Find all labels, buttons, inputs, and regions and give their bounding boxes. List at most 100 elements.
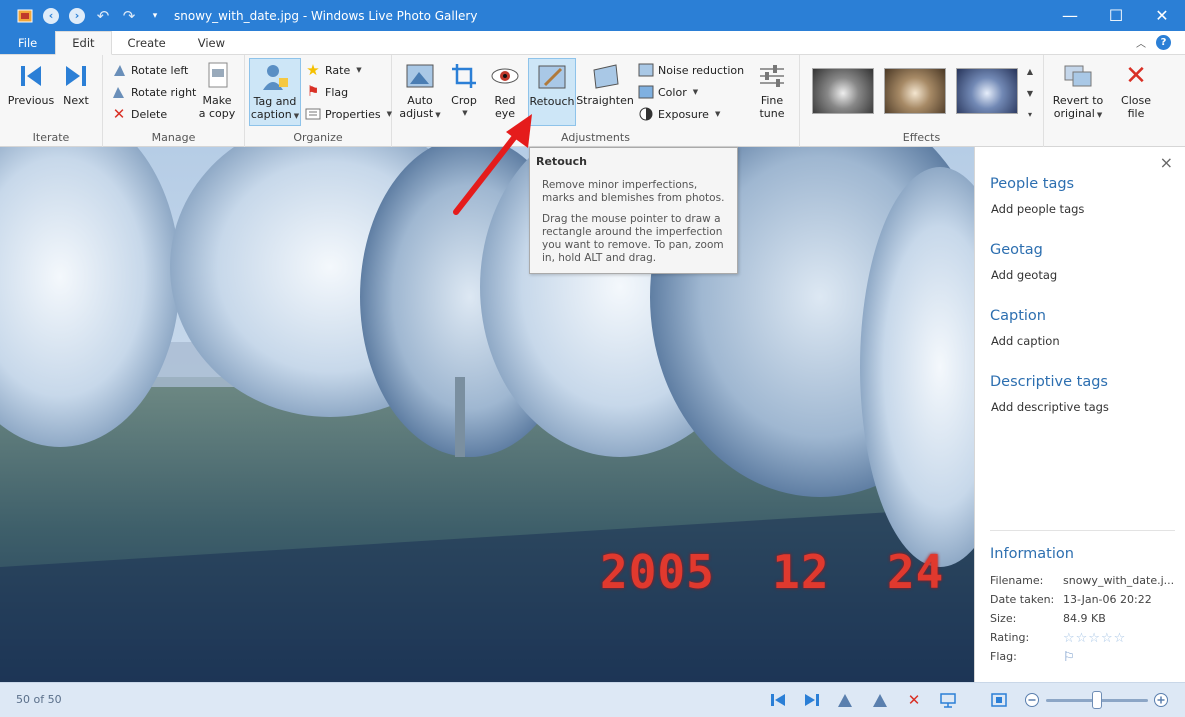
- rate-button[interactable]: ★ Rate ▼: [305, 61, 362, 79]
- delete-button[interactable]: ✕ Delete: [111, 105, 167, 123]
- maximize-button[interactable]: ☐: [1093, 0, 1139, 31]
- fine-tune-button[interactable]: Fine tune: [754, 60, 790, 120]
- fine-tune-label-1: Fine: [760, 94, 784, 107]
- effects-more-icon[interactable]: ▾: [1028, 110, 1032, 119]
- effects-scroll-up-icon[interactable]: ▲: [1027, 67, 1033, 76]
- zoom-slider-thumb[interactable]: [1092, 691, 1102, 709]
- add-geotag-link[interactable]: Add geotag: [991, 268, 1057, 282]
- noise-reduction-button[interactable]: Noise reduction: [638, 61, 744, 79]
- next-icon: [60, 60, 92, 92]
- auto-adjust-label-1: Auto: [407, 94, 433, 107]
- customize-dropdown-icon[interactable]: ▾: [144, 5, 166, 27]
- rate-dropdown-icon: ▼: [356, 66, 362, 74]
- tab-view[interactable]: View: [182, 31, 241, 54]
- auto-adjust-dropdown-icon: ▼: [435, 111, 441, 119]
- tab-create[interactable]: Create: [112, 31, 182, 54]
- info-value[interactable]: 13-Jan-06 20:22: [1063, 593, 1152, 606]
- window-title: snowy_with_date.jpg - Windows Live Photo…: [174, 8, 478, 23]
- close-file-button[interactable]: ✕ Close file: [1117, 60, 1155, 121]
- rotate-left-button[interactable]: Rotate left: [111, 61, 188, 79]
- color-button[interactable]: Color ▼: [638, 83, 698, 101]
- info-row-date-taken: Date taken: 13-Jan-06 20:22: [990, 593, 1152, 606]
- effect-black-and-white[interactable]: [812, 68, 874, 114]
- group-organize: Tag and caption ▼ ★ Rate ▼ ⚑ Flag Properti…: [245, 55, 392, 147]
- tooltip-line-1: Remove minor imperfections, marks and bl…: [542, 179, 725, 204]
- add-caption-link[interactable]: Add caption: [991, 334, 1060, 348]
- revert-label-1: Revert to: [1052, 94, 1104, 107]
- next-label: Next: [63, 94, 89, 107]
- revert-label-2: original: [1053, 107, 1095, 120]
- make-a-copy-button[interactable]: Make a copy: [197, 60, 237, 120]
- effect-sepia[interactable]: [884, 68, 946, 114]
- information-heading: Information: [990, 546, 1074, 562]
- tab-file[interactable]: File: [0, 31, 56, 54]
- app-icon[interactable]: [14, 5, 36, 27]
- tab-edit[interactable]: Edit: [55, 31, 112, 55]
- forward-icon[interactable]: ›: [66, 5, 88, 27]
- make-copy-label-1: Make: [202, 94, 232, 107]
- group-manage: Rotate left Rotate right ✕ Delete Make a…: [103, 55, 245, 147]
- rotate-right-status-icon[interactable]: [870, 690, 890, 710]
- last-photo-icon[interactable]: [802, 690, 822, 710]
- close-pane-icon[interactable]: ×: [1160, 153, 1173, 172]
- star-icon: ★: [306, 61, 320, 79]
- delete-icon: ✕: [112, 105, 126, 123]
- tag-and-caption-button[interactable]: Tag and caption ▼: [249, 58, 301, 126]
- close-file-label-1: Close: [1121, 94, 1151, 107]
- flag-icon: ⚑: [306, 84, 320, 100]
- zoom-out-icon[interactable]: [1022, 690, 1042, 710]
- auto-adjust-button[interactable]: Auto adjust ▼: [399, 60, 441, 122]
- tooltip-title: Retouch: [536, 155, 587, 168]
- rating-stars-icon[interactable]: ☆☆☆☆☆: [1063, 631, 1126, 646]
- fine-tune-label-2: tune: [759, 107, 785, 120]
- effect-cyan-tone[interactable]: [956, 68, 1018, 114]
- rotate-right-button[interactable]: Rotate right: [111, 83, 196, 101]
- collapse-ribbon-icon[interactable]: ︿: [1136, 35, 1146, 50]
- properties-icon: [305, 106, 321, 122]
- exposure-icon: [638, 106, 654, 122]
- crop-icon: [448, 60, 480, 92]
- rotate-left-status-icon[interactable]: [835, 690, 855, 710]
- minimize-button[interactable]: —: [1047, 0, 1093, 31]
- flag-label: Flag: [325, 85, 349, 99]
- revert-icon: [1062, 60, 1094, 92]
- delete-status-icon[interactable]: ✕: [904, 690, 924, 710]
- back-icon[interactable]: ‹: [40, 5, 62, 27]
- exposure-button[interactable]: Exposure ▼: [638, 105, 720, 123]
- info-row-flag: Flag: ⚐: [990, 650, 1075, 665]
- help-icon[interactable]: ?: [1156, 35, 1171, 50]
- straighten-label: Straighten: [576, 94, 634, 107]
- status-bar: 50 of 50 ✕: [0, 682, 1185, 717]
- red-eye-icon: [489, 60, 521, 92]
- descriptive-tags-heading: Descriptive tags: [990, 374, 1108, 390]
- zoom-in-icon[interactable]: [1151, 690, 1171, 710]
- add-descriptive-tags-link[interactable]: Add descriptive tags: [991, 400, 1109, 414]
- previous-label: Previous: [7, 94, 55, 107]
- close-window-button[interactable]: ✕: [1139, 0, 1185, 31]
- delete-label: Delete: [131, 107, 168, 121]
- effects-scroll-down-icon[interactable]: ▼: [1027, 89, 1033, 98]
- retouch-brush-icon: [536, 61, 568, 93]
- straighten-button[interactable]: Straighten: [576, 60, 634, 107]
- fit-to-window-icon[interactable]: [989, 690, 1009, 710]
- add-people-tags-link[interactable]: Add people tags: [991, 202, 1084, 216]
- first-photo-icon[interactable]: [768, 690, 788, 710]
- flag-button[interactable]: ⚑ Flag: [305, 83, 348, 101]
- properties-button[interactable]: Properties ▼: [305, 105, 392, 123]
- tooltip-line-2: Drag the mouse pointer to draw a rectang…: [542, 213, 724, 264]
- exposure-label: Exposure: [658, 107, 709, 121]
- photo-viewer[interactable]: 2005 12 24: [0, 147, 974, 682]
- slideshow-icon[interactable]: [938, 690, 958, 710]
- revert-to-original-button[interactable]: Revert to original ▼: [1050, 60, 1106, 122]
- crop-label: Crop: [451, 94, 477, 107]
- info-row-rating: Rating: ☆☆☆☆☆: [990, 631, 1126, 646]
- flag-toggle-icon[interactable]: ⚐: [1063, 650, 1075, 665]
- info-value: snowy_with_date.j...: [1063, 574, 1175, 587]
- people-tags-heading: People tags: [990, 176, 1075, 192]
- previous-button[interactable]: Previous: [8, 60, 54, 107]
- info-key: Flag:: [990, 650, 1017, 663]
- rate-label: Rate: [325, 63, 351, 77]
- redo-icon[interactable]: ↷: [118, 5, 140, 27]
- next-button[interactable]: Next: [58, 60, 94, 107]
- undo-icon[interactable]: ↶: [92, 5, 114, 27]
